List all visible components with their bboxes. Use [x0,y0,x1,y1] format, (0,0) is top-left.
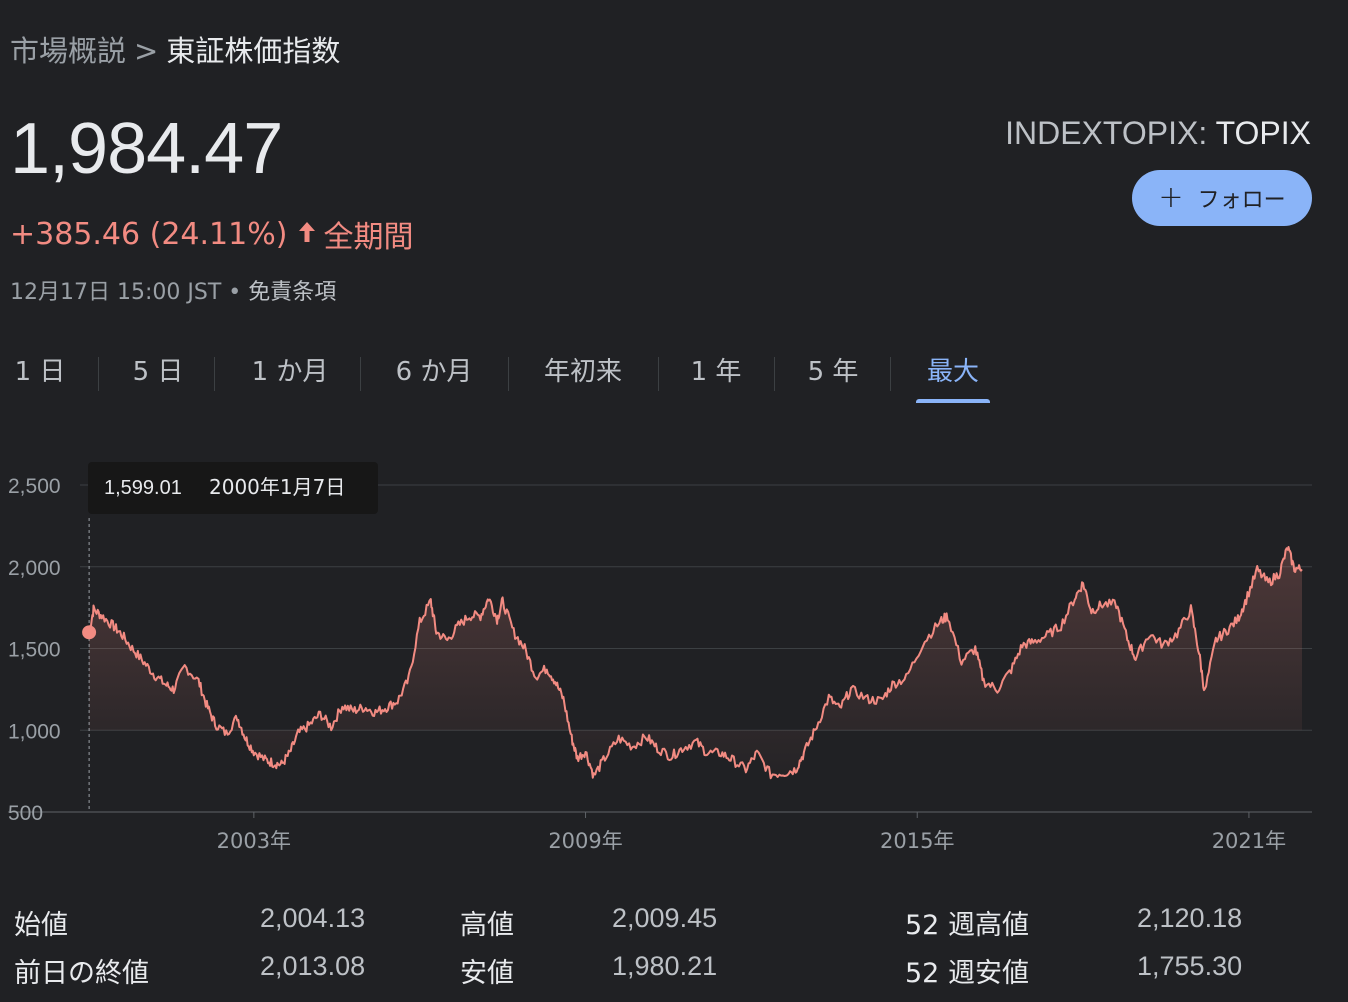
tooltip-value: 1,599.01 [104,477,182,499]
exchange-code: INDEXTOPIX: [1005,115,1208,151]
stat-prev-close-label: 前日の終値 [14,958,149,989]
tab-5-years[interactable]: 5 年 [800,345,866,403]
breadcrumb: 市場概説 > 東証株価指数 [10,28,340,70]
timestamp-bullet: • [228,280,242,305]
tab-divider [360,357,361,391]
follow-button[interactable]: + フォロー [1132,170,1312,226]
tab-6-months[interactable]: 6 か月 [388,345,480,403]
stat-high-label: 高値 [460,910,514,941]
change-period: 全期間 [323,220,414,255]
timestamp-text: 12月17日 15:00 JST [10,280,222,305]
stat-low-label: 安値 [460,958,514,989]
tab-1-day[interactable]: 1 日 [12,345,68,403]
tab-year-to-date[interactable]: 年初来 [536,345,630,403]
stat-52w-low-label: 52 週安値 [905,958,1029,989]
y-tick-label: 2,000 [8,557,61,580]
tab-divider [508,357,509,391]
breadcrumb-market-overview-link[interactable]: 市場概説 [10,34,126,68]
plus-icon: + [1158,180,1184,215]
y-tick-label: 1,500 [8,639,61,662]
disclaimer-link[interactable]: 免責条項 [248,280,336,305]
stat-52w-high-value: 2,120.18 [1137,903,1243,933]
chart-tooltip: 1,599.01 2000年1月7日 [88,462,378,514]
tab-5-days[interactable]: 5 日 [126,345,190,403]
breadcrumb-separator: > [134,34,159,68]
tab-divider [214,357,215,391]
breadcrumb-current: 東証株価指数 [166,34,341,68]
x-tick-label: 2021年 [1212,829,1286,853]
tab-divider [658,357,659,391]
ticker-symbol: INDEXTOPIX: TOPIX [1005,115,1311,152]
tab-divider [890,357,891,391]
y-tick-label: 500 [8,802,43,825]
stat-low-value: 1,980.21 [612,951,718,981]
stat-52w-low-value: 1,755.30 [1137,951,1243,981]
stat-prev-close-value: 2,013.08 [260,951,366,981]
price-area [89,547,1303,779]
stat-high-value: 2,009.45 [612,903,718,933]
tab-divider [774,357,775,391]
y-tick-label: 1,000 [8,720,61,743]
tab-max[interactable]: 最大 [916,345,990,403]
symbol-code: TOPIX [1215,115,1311,151]
price-chart[interactable]: 2,500 2,000 1,500 1,000 500 2003年 2009年 2015年 20… [0,440,1348,870]
x-tick-label: 2003年 [217,829,291,853]
tab-divider [98,357,99,391]
arrow-up-icon [297,218,317,251]
tooltip-date: 2000年1月7日 [209,475,345,499]
price-change-value: +385.46 (24.11%) [10,216,288,252]
stat-52w-high-label: 52 週高値 [905,910,1029,941]
tab-1-month[interactable]: 1 か月 [244,345,336,403]
price-change: +385.46 (24.11%) 全期間 [10,212,413,256]
quote-timestamp: 12月17日 15:00 JST • 免責条項 [10,274,336,306]
stat-open-value: 2,004.13 [260,903,366,933]
y-tick-label: 2,500 [8,475,61,498]
follow-button-label: フォロー [1197,188,1286,213]
stat-open-label: 始値 [14,910,68,941]
x-tick-label: 2009年 [548,829,622,853]
current-price: 1,984.47 [10,109,283,189]
tab-1-year[interactable]: 1 年 [684,345,748,403]
hover-point [82,625,97,640]
x-tick-label: 2015年 [880,829,954,853]
